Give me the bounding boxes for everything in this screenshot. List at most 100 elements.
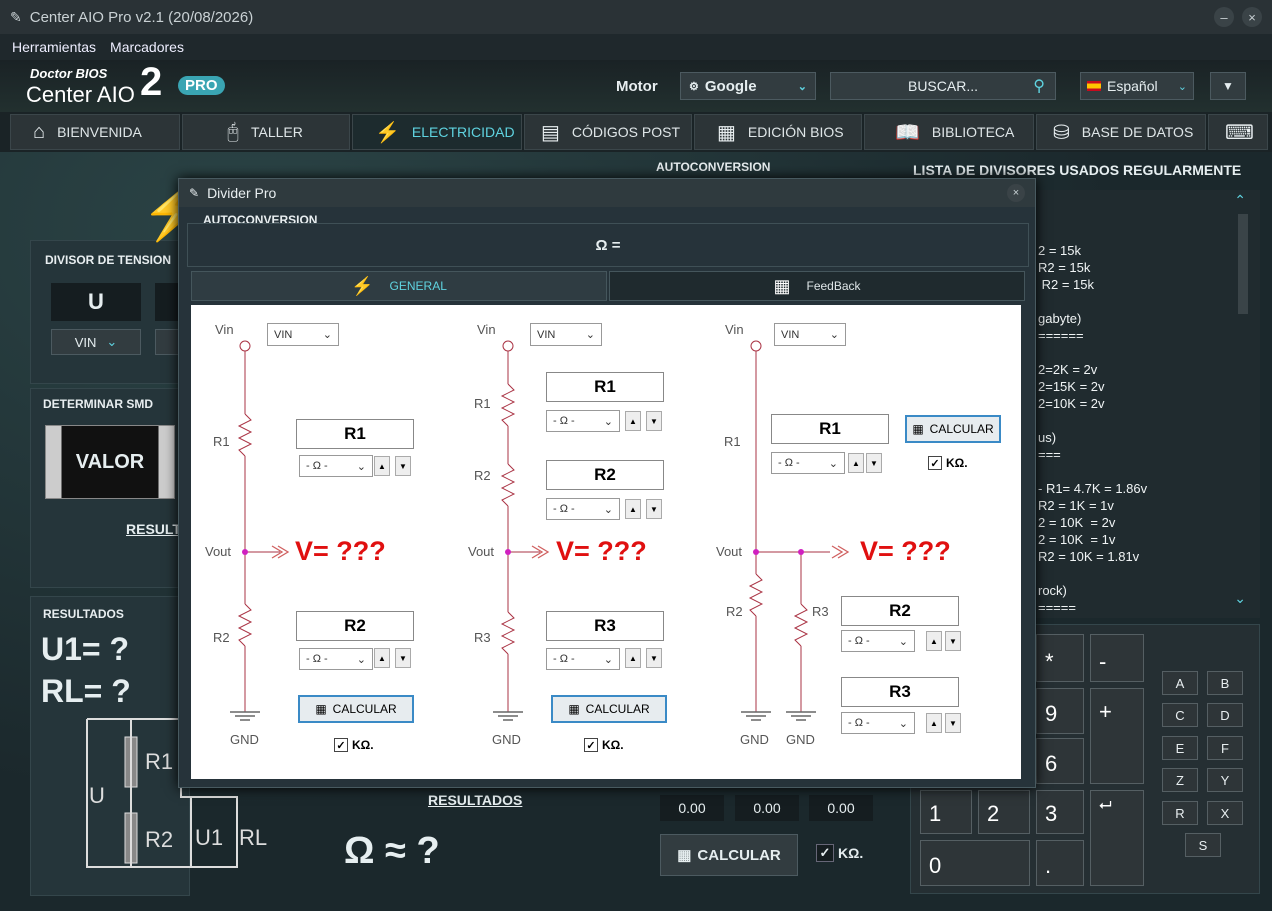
c1-kohm-checkbox[interactable]: ✓ KΩ. [334,738,374,752]
tab-bienvenida[interactable]: ⌂ BIENVENIDA [10,114,180,150]
key-6[interactable]: 6 [1036,738,1084,784]
c2-r3-label: R3 [474,630,491,645]
keyboard-button[interactable]: ⌨ [1208,114,1268,150]
tab-biblioteca[interactable]: 📖 BIBLIOTECA [864,114,1034,150]
c3-r2-down[interactable]: ▼ [945,631,961,651]
c1-r1-input[interactable]: R1 [296,419,414,449]
key-enter[interactable]: ⮠ [1090,790,1144,886]
bg-value-1[interactable]: 0.00 [660,795,724,821]
language-select[interactable]: Español ⌄ [1080,72,1194,100]
c2-kohm-checkbox[interactable]: ✓ KΩ. [584,738,624,752]
c3-calcular-button[interactable]: ▦ CALCULAR [905,415,1001,443]
minimize-button[interactable]: – [1214,7,1234,27]
c2-r2-input[interactable]: R2 [546,460,664,490]
c3-r2-up[interactable]: ▲ [926,631,942,651]
c3-r1-unit-select[interactable]: - Ω - ⌄ [771,452,845,474]
c3-r1-up[interactable]: ▲ [848,453,864,473]
key-e[interactable]: E [1162,736,1198,760]
key-b[interactable]: B [1207,671,1243,695]
c2-r1-unit-select[interactable]: - Ω - ⌄ [546,410,620,432]
key-multiply[interactable]: * [1036,634,1084,682]
key-3[interactable]: 3 [1036,790,1084,834]
menu-marcadores[interactable]: Marcadores [110,39,184,55]
c3-r1-input[interactable]: R1 [771,414,889,444]
c1-calcular-button[interactable]: ▦ CALCULAR [298,695,414,723]
c2-r3-down[interactable]: ▼ [646,648,662,668]
key-x[interactable]: X [1207,801,1243,825]
c2-r3-up[interactable]: ▲ [625,648,641,668]
engine-select[interactable]: ⚙ Google ⌄ [680,72,816,100]
tab-feedback[interactable]: ▦ FeedBack [609,271,1025,301]
c1-r1-down[interactable]: ▼ [395,456,411,476]
key-c[interactable]: C [1162,703,1198,727]
c1-r1-up[interactable]: ▲ [374,456,390,476]
key-d[interactable]: D [1207,703,1243,727]
key-f[interactable]: F [1207,736,1243,760]
dialog-close-button[interactable]: × [1007,184,1025,202]
key-2[interactable]: 2 [978,790,1030,834]
bg-value-2[interactable]: 0.00 [735,795,799,821]
c3-r1-down[interactable]: ▼ [866,453,882,473]
c3-r3-down[interactable]: ▼ [945,713,961,733]
c2-r2-down[interactable]: ▼ [646,499,662,519]
c1-r2-input[interactable]: R2 [296,611,414,641]
c3-r3-unit-select[interactable]: - Ω - ⌄ [841,712,915,734]
c2-r1-up[interactable]: ▲ [625,411,641,431]
tab-base-de-datos[interactable]: ⛁ BASE DE DATOS [1036,114,1206,150]
c3-r3-input[interactable]: R3 [841,677,959,707]
c2-r2-up[interactable]: ▲ [625,499,641,519]
c1-r2-up[interactable]: ▲ [374,648,390,668]
c2-r1-input[interactable]: R1 [546,372,664,402]
menu-herramientas[interactable]: Herramientas [12,39,96,55]
c1-r2-down[interactable]: ▼ [395,648,411,668]
c3-r2-input[interactable]: R2 [841,596,959,626]
close-button[interactable]: × [1242,7,1262,27]
tab-taller[interactable]: 🖰 TALLER [182,114,350,150]
key-9[interactable]: 9 [1036,688,1084,734]
c2-r2-unit-select[interactable]: - Ω - ⌄ [546,498,620,520]
tab-electricidad[interactable]: ⚡ ELECTRICIDAD [352,114,522,150]
scroll-down-icon[interactable]: ⌄ [1234,590,1246,607]
key-s[interactable]: S [1185,833,1221,857]
checkbox-checked-icon: ✓ [816,844,834,862]
c1-r1-unit-select[interactable]: - Ω - ⌄ [299,455,373,477]
search-icon[interactable]: ⚲ [1033,76,1045,96]
c2-vin-select[interactable]: VIN ⌄ [530,323,602,346]
bg-value-3[interactable]: 0.00 [809,795,873,821]
tab-edicion-bios[interactable]: ▦ EDICIÓN BIOS [694,114,862,150]
key-r[interactable]: R [1162,801,1198,825]
c2-calcular-button[interactable]: ▦ CALCULAR [551,695,667,723]
tab-codigos-post[interactable]: ▤ CÓDIGOS POST [524,114,692,150]
vin-select[interactable]: VIN ⌄ [51,329,141,355]
c3-vin-select[interactable]: VIN ⌄ [774,323,846,346]
tab-general[interactable]: ⚡ GENERAL [191,271,607,301]
bg-kohm-checkbox[interactable]: ✓ KΩ. [816,844,863,862]
bg-calcular-button[interactable]: ▦ CALCULAR [660,834,798,876]
key-y[interactable]: Y [1207,768,1243,792]
c2-r3-input[interactable]: R3 [546,611,664,641]
scrollbar[interactable] [1238,214,1248,314]
key-0[interactable]: 0 [920,840,1030,886]
result-link[interactable]: RESULT [126,521,181,537]
c1-vin-select[interactable]: VIN ⌄ [267,323,339,346]
dialog-titlebar: ✎ Divider Pro × [179,179,1035,207]
key-a[interactable]: A [1162,671,1198,695]
search-input[interactable]: BUSCAR... ⚲ [830,72,1056,100]
c3-r3-up[interactable]: ▲ [926,713,942,733]
c2-r1-down[interactable]: ▼ [646,411,662,431]
ohm-equals-field: Ω = [187,223,1029,267]
key-dot[interactable]: . [1036,840,1084,886]
c3-kohm-checkbox[interactable]: ✓ KΩ. [928,456,968,470]
c1-r2-unit-select[interactable]: - Ω - ⌄ [299,648,373,670]
dropdown-toggle-button[interactable]: ▼ [1210,72,1246,100]
u-field[interactable]: U [51,283,141,321]
key-plus[interactable]: + [1090,688,1144,784]
scroll-up-icon[interactable]: ⌃ [1234,192,1246,209]
key-minus[interactable]: - [1090,634,1144,682]
key-z[interactable]: Z [1162,768,1198,792]
key-1[interactable]: 1 [920,790,972,834]
smd-resistor[interactable]: VALOR [45,425,175,499]
bg-resultados-link[interactable]: RESULTADOS [428,792,522,808]
c2-r3-unit-select[interactable]: - Ω - ⌄ [546,648,620,670]
c3-r2-unit-select[interactable]: - Ω - ⌄ [841,630,915,652]
